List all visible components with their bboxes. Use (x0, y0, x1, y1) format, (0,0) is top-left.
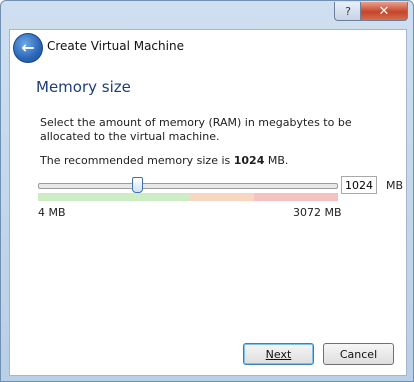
description-text: Select the amount of memory (RAM) in meg… (40, 116, 352, 143)
close-button[interactable]: ✕ (360, 2, 408, 21)
slider-zone-orange (190, 193, 254, 201)
title-bar: ? ✕ (1, 1, 413, 29)
content-area: ← Create Virtual Machine Memory size Sel… (9, 29, 407, 376)
next-label: Next (265, 347, 292, 361)
slider-zone-green (38, 193, 190, 201)
cancel-button[interactable]: Cancel (323, 343, 394, 365)
wizard-header: ← Create Virtual Machine (10, 30, 406, 64)
memory-size-input[interactable] (341, 176, 377, 194)
memory-unit-label: MB (386, 179, 404, 192)
recommended-prefix: The recommended memory size is (40, 154, 234, 167)
slider-max-label: 3072 MB (293, 206, 342, 219)
recommended-suffix: MB. (264, 154, 289, 167)
help-button[interactable]: ? (334, 2, 362, 21)
memory-slider-track[interactable] (38, 183, 338, 189)
back-arrow-icon[interactable]: ← (13, 33, 43, 63)
page-title: Memory size (36, 78, 131, 96)
slider-min-label: 4 MB (38, 206, 66, 219)
next-button[interactable]: Next (243, 343, 314, 365)
slider-zone-red (254, 193, 338, 201)
recommended-text: The recommended memory size is 1024 MB. (40, 154, 288, 167)
dialog-window: ? ✕ ← Create Virtual Machine Memory size… (0, 0, 414, 382)
memory-slider-thumb[interactable] (132, 177, 144, 193)
recommended-value: 1024 (233, 154, 265, 167)
window-title: Create Virtual Machine (47, 39, 184, 53)
